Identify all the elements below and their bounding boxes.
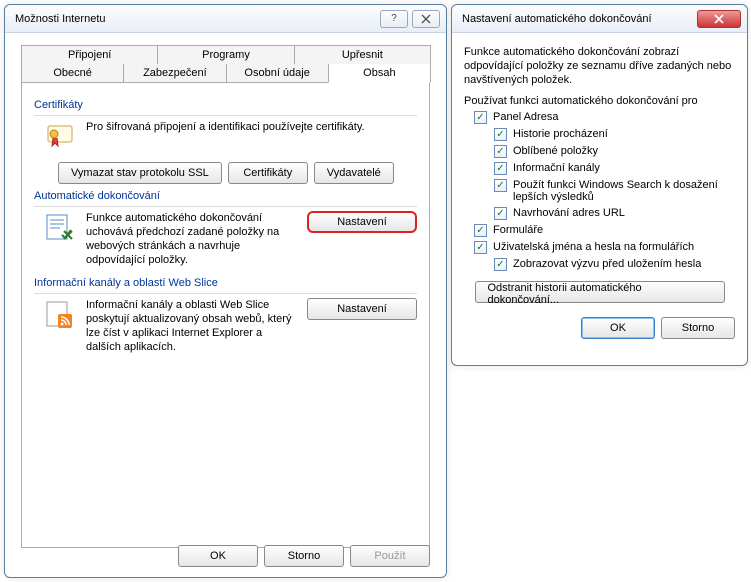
checkbox-addressbar[interactable]: ✓: [474, 111, 487, 124]
checkbox-userpass-label: Uživatelská jména a hesla na formulářích: [493, 241, 694, 253]
checkbox-winsearch-label: Použít funkci Windows Search k dosažení …: [513, 179, 735, 203]
ok-button[interactable]: OK: [581, 317, 655, 339]
titlebar[interactable]: Možnosti Internetu ?: [5, 5, 446, 33]
titlebar[interactable]: Nastavení automatického dokončování: [452, 5, 747, 33]
tab-programs[interactable]: Programy: [157, 45, 294, 64]
close-icon: [714, 14, 724, 24]
autocomplete-desc: Funkce automatického dokončování uchováv…: [86, 211, 297, 267]
tab-connections[interactable]: Připojení: [21, 45, 158, 64]
divider: [34, 206, 417, 207]
checkbox-addressbar-label: Panel Adresa: [493, 111, 558, 123]
close-button[interactable]: [697, 10, 741, 28]
tab-privacy[interactable]: Osobní údaje: [226, 64, 329, 83]
publishers-button[interactable]: Vydavatelé: [314, 162, 394, 184]
feeds-settings-button[interactable]: Nastavení: [307, 298, 417, 320]
tab-general[interactable]: Obecné: [21, 64, 124, 83]
checkbox-history-label: Historie procházení: [513, 128, 608, 140]
cancel-button[interactable]: Storno: [661, 317, 735, 339]
close-button[interactable]: [412, 10, 440, 28]
tab-content[interactable]: Obsah: [328, 64, 431, 83]
checkbox-prompt-save-label: Zobrazovat výzvu před uložením hesla: [513, 258, 701, 270]
certificates-label: Certifikáty: [34, 99, 417, 111]
certificate-icon: [44, 120, 76, 152]
ok-button[interactable]: OK: [178, 545, 258, 567]
tabs: Připojení Programy Upřesnit Obecné Zabez…: [21, 45, 430, 548]
help-button[interactable]: ?: [380, 10, 408, 28]
internet-options-dialog: Možnosti Internetu ? Připojení Programy …: [4, 4, 447, 578]
apply-button[interactable]: Použít: [350, 545, 430, 567]
feeds-desc: Informační kanály a oblasti Web Slice po…: [86, 298, 297, 354]
clear-ssl-button[interactable]: Vymazat stav protokolu SSL: [58, 162, 222, 184]
autocomplete-settings-dialog: Nastavení automatického dokončování Funk…: [451, 4, 748, 366]
certificates-desc: Pro šifrovaná připojení a identifikaci p…: [86, 120, 417, 134]
certificates-button[interactable]: Certifikáty: [228, 162, 308, 184]
tab-content-panel: Certifikáty Pro šifrovaná připojení a id…: [21, 82, 430, 548]
checkbox-favorites-label: Oblíbené položky: [513, 145, 598, 157]
checkbox-forms[interactable]: ✓: [474, 224, 487, 237]
autocomplete-settings-button[interactable]: Nastavení: [307, 211, 417, 233]
checkbox-prompt-save[interactable]: ✓: [494, 258, 507, 271]
checkbox-feeds-label: Informační kanály: [513, 162, 600, 174]
checkbox-history[interactable]: ✓: [494, 128, 507, 141]
autocomplete-icon: [44, 211, 76, 243]
checkbox-suggest-url-label: Navrhování adres URL: [513, 207, 625, 219]
feeds-label: Informační kanály a oblastí Web Slice: [34, 277, 417, 289]
dialog-title: Možnosti Internetu: [15, 13, 376, 25]
checkbox-userpass[interactable]: ✓: [474, 241, 487, 254]
checkbox-winsearch[interactable]: ✓: [494, 179, 507, 192]
tab-advanced[interactable]: Upřesnit: [294, 45, 431, 64]
tab-security[interactable]: Zabezpečení: [123, 64, 226, 83]
checkbox-suggest-url[interactable]: ✓: [494, 207, 507, 220]
remove-history-button[interactable]: Odstranit historii automatického dokončo…: [475, 281, 725, 303]
divider: [34, 115, 417, 116]
close-icon: [421, 14, 431, 24]
use-autocomplete-for-label: Používat funkci automatického dokončován…: [464, 95, 735, 107]
feeds-icon: [44, 298, 76, 330]
autocomplete-label: Automatické dokončování: [34, 190, 417, 202]
checkbox-feeds[interactable]: ✓: [494, 162, 507, 175]
dialog-title: Nastavení automatického dokončování: [462, 13, 693, 25]
divider: [34, 293, 417, 294]
cancel-button[interactable]: Storno: [264, 545, 344, 567]
checkbox-forms-label: Formuláře: [493, 224, 543, 236]
autocomplete-dialog-desc: Funkce automatického dokončování zobrazí…: [464, 45, 735, 87]
checkbox-favorites[interactable]: ✓: [494, 145, 507, 158]
